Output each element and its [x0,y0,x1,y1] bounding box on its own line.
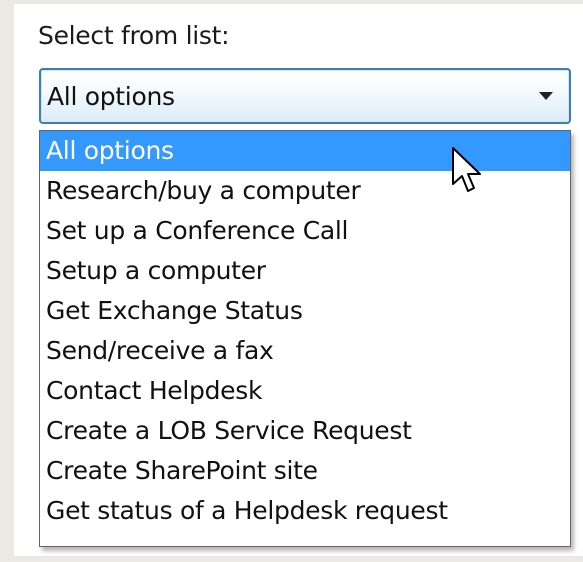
select-current-value: All options [47,82,175,111]
option-send-receive-fax[interactable]: Send/receive a fax [40,331,570,371]
options-dropdown-list: All options Research/buy a computer Set … [39,130,571,547]
option-set-up-conference-call[interactable]: Set up a Conference Call [40,211,570,251]
form-panel: Select from list: All options All option… [14,4,583,556]
select-label: Select from list: [38,21,230,50]
options-select[interactable]: All options [39,68,571,124]
option-setup-computer[interactable]: Setup a computer [40,251,570,291]
option-create-sharepoint-site[interactable]: Create SharePoint site [40,451,570,491]
mouse-cursor-icon [452,147,481,192]
chevron-down-icon[interactable] [539,92,553,100]
option-get-helpdesk-request-status[interactable]: Get status of a Helpdesk request [40,491,570,531]
option-contact-helpdesk[interactable]: Contact Helpdesk [40,371,570,411]
option-all-options[interactable]: All options [40,131,570,171]
option-research-buy-computer[interactable]: Research/buy a computer [40,171,570,211]
option-create-lob-service-request[interactable]: Create a LOB Service Request [40,411,570,451]
option-get-exchange-status[interactable]: Get Exchange Status [40,291,570,331]
